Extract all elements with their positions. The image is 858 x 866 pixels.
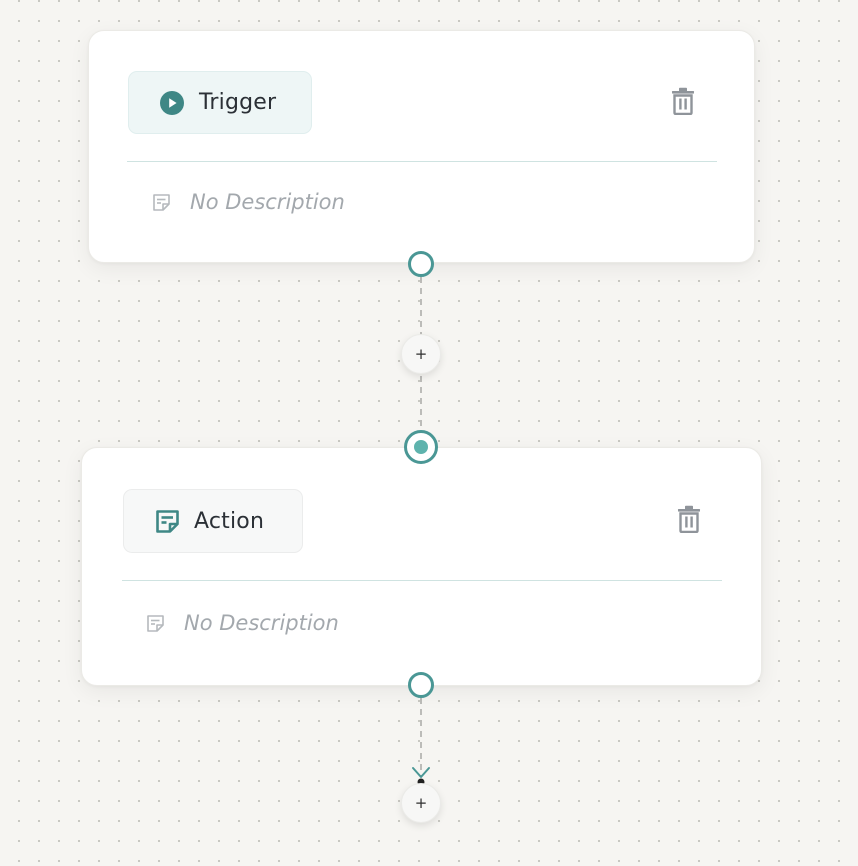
action-delete-button[interactable] — [673, 505, 705, 537]
action-description[interactable]: No Description — [145, 611, 339, 635]
action-output-handle[interactable] — [408, 672, 434, 698]
trigger-node[interactable]: Trigger No Description — [88, 30, 755, 263]
handle-active-dot — [414, 440, 428, 454]
trash-icon — [670, 87, 696, 119]
trash-icon — [676, 505, 702, 537]
action-input-handle[interactable] — [404, 430, 438, 464]
action-divider — [122, 580, 722, 581]
action-description-text: No Description — [184, 611, 339, 635]
note-icon — [154, 508, 180, 534]
workflow-canvas[interactable]: Trigger No Description Action No Descrip… — [0, 0, 858, 866]
note-icon — [145, 613, 165, 633]
plus-icon: + — [414, 344, 428, 363]
plus-icon: + — [414, 793, 428, 812]
add-step-button[interactable]: + — [401, 783, 441, 823]
trigger-output-handle[interactable] — [408, 251, 434, 277]
edge-arrowhead — [412, 767, 430, 778]
action-type-chip[interactable]: Action — [123, 489, 303, 553]
trigger-description[interactable]: No Description — [151, 190, 345, 214]
trigger-delete-button[interactable] — [667, 87, 699, 119]
trigger-description-text: No Description — [190, 190, 345, 214]
action-type-label: Action — [194, 508, 265, 534]
trigger-type-label: Trigger — [199, 90, 277, 115]
add-step-button[interactable]: + — [401, 334, 441, 374]
play-circle-icon — [159, 90, 185, 116]
action-node[interactable]: Action No Description — [81, 447, 762, 686]
trigger-type-chip[interactable]: Trigger — [128, 71, 312, 134]
note-icon — [151, 192, 171, 212]
trigger-divider — [127, 161, 717, 162]
